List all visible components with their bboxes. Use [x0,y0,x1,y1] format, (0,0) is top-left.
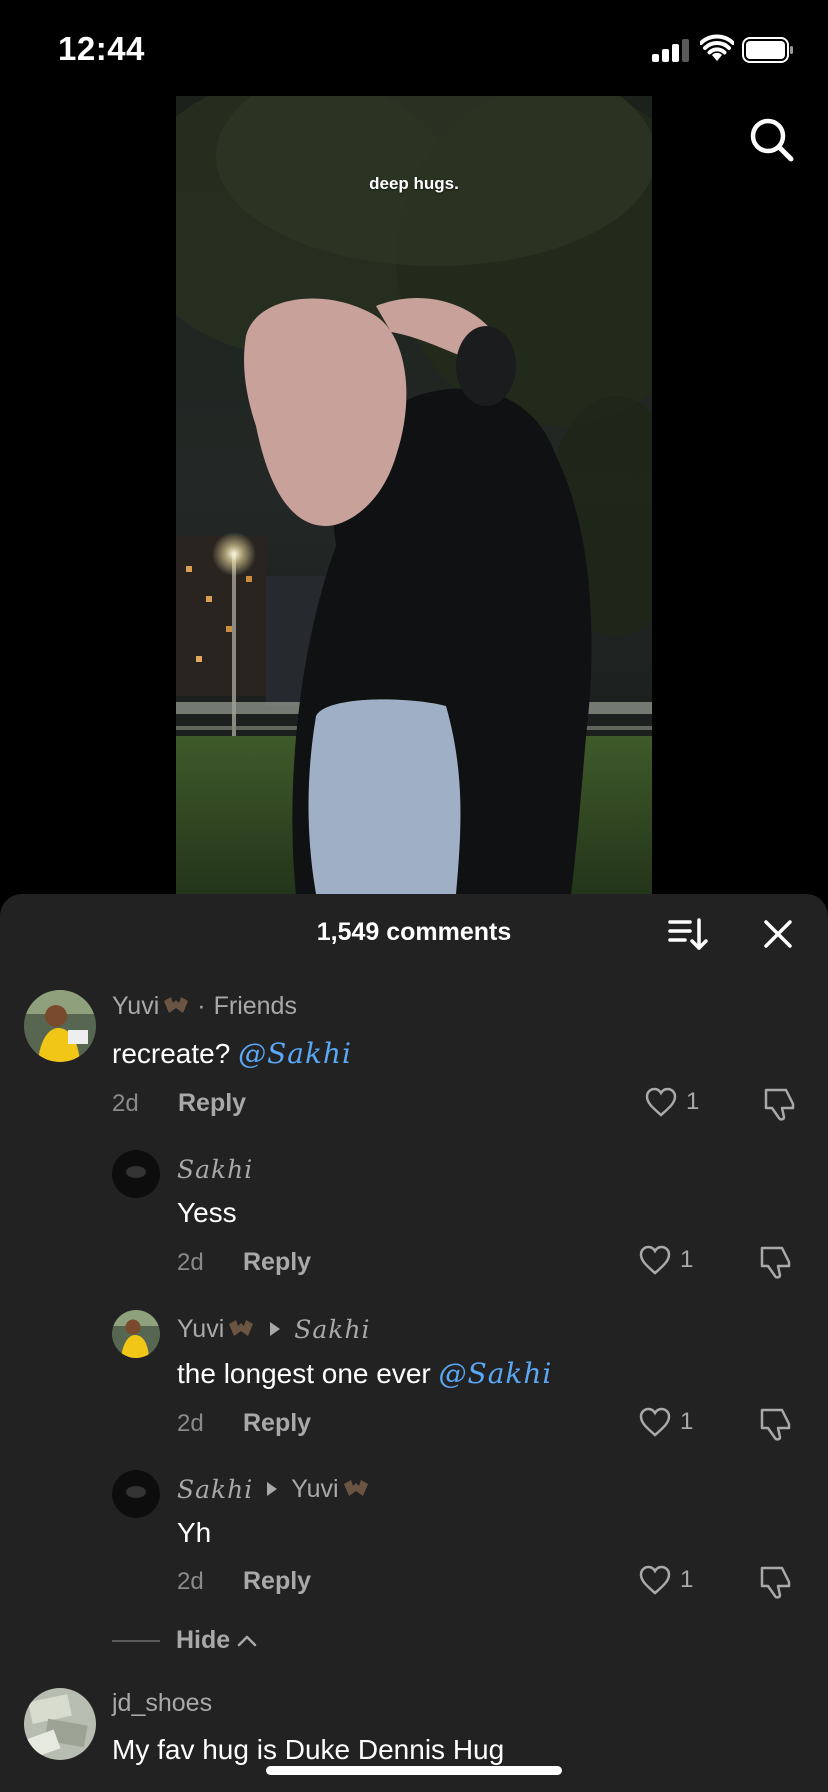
home-indicator[interactable] [266,1766,562,1775]
sort-icon [668,918,708,950]
avatar[interactable] [112,1150,160,1198]
comment-timestamp: 2d [177,1568,204,1595]
search-icon [750,118,794,162]
thumbs-down-icon [760,1408,791,1441]
username[interactable]: Yuvi [112,992,159,1021]
avatar-image [24,1688,96,1760]
reply-button[interactable]: Reply [178,1089,246,1118]
reply-button[interactable]: Reply [243,1248,311,1277]
bat-emoji-icon [343,1480,368,1496]
video-caption: deep hugs. [369,174,459,193]
friend-tag: Friends [213,991,297,1020]
bat-emoji-icon [229,1320,254,1336]
like-button[interactable]: 1 [638,1564,693,1596]
thumbs-down-icon [760,1566,791,1599]
divider [112,1639,160,1642]
like-count: 1 [686,1088,700,1115]
comment-header: Sakhi Yuvi [177,1474,371,1504]
comment-timestamp: 2d [177,1249,204,1276]
reply-button[interactable]: Reply [243,1567,311,1596]
comment-timestamp: 2d [177,1410,204,1437]
comment-text: the longest one ever @Sakhi [177,1357,553,1390]
like-button[interactable]: 1 [638,1244,693,1276]
dislike-button[interactable] [760,1084,800,1124]
like-count: 1 [680,1566,694,1593]
heart-icon [645,1087,677,1117]
like-button[interactable]: 1 [638,1406,693,1438]
like-count: 1 [680,1408,694,1435]
status-time: 12:44 [58,30,145,67]
comments-header: 1,549 comments [0,894,828,974]
search-button[interactable] [748,116,796,164]
comment-text: Yess [177,1197,237,1228]
username[interactable]: jd_shoes [112,1689,212,1718]
comment-header: jd_shoes [112,1689,212,1718]
battery-icon [742,37,793,63]
username[interactable]: Sakhi [177,1475,253,1504]
avatar[interactable] [24,1688,96,1760]
close-icon [764,920,792,948]
reply-arrow-icon [267,1482,278,1496]
username[interactable]: Sakhi [177,1155,253,1184]
like-button[interactable]: 1 [644,1086,699,1118]
heart-icon [639,1565,671,1595]
avatar[interactable] [112,1470,160,1518]
username[interactable]: Yuvi [177,1315,224,1344]
avatar-image [112,1470,160,1518]
sort-button[interactable] [668,916,708,952]
video-player[interactable]: deep hugs. [176,96,652,894]
chevron-up-icon [237,1635,257,1646]
heart-icon [639,1407,671,1437]
dislike-button[interactable] [756,1404,796,1444]
reply-to-username[interactable]: Sakhi [294,1315,370,1344]
comment-header: Yuvi · Friends [112,991,297,1021]
comment-text: My fav hug is Duke Dennis Hug [112,1734,505,1765]
status-bar: 12:44 [0,0,828,96]
reply-button[interactable]: Reply [243,1409,311,1438]
like-count: 1 [680,1246,694,1273]
reply-to-username[interactable]: Yuvi [291,1475,338,1504]
avatar-image [24,990,96,1062]
avatar[interactable] [112,1310,160,1358]
cellular-signal-icon [652,38,692,62]
comment-text: Yh [177,1517,212,1548]
comment-header: Yuvi Sakhi [177,1314,371,1344]
thumbs-down-icon [764,1088,795,1121]
avatar-image [112,1310,160,1358]
comment-header: Sakhi [177,1155,253,1184]
bat-emoji-icon [164,997,189,1013]
video-frame [176,96,652,894]
hide-replies-button[interactable]: Hide [112,1626,258,1655]
mention-link[interactable]: @Sakhi [238,1037,352,1070]
comment-timestamp: 2d [112,1090,139,1117]
thumbs-down-icon [760,1246,791,1279]
hide-label: Hide [176,1626,231,1654]
separator-dot: · [197,991,206,1020]
avatar[interactable] [24,990,96,1062]
reply-arrow-icon [270,1322,281,1336]
avatar-image [112,1150,160,1198]
wifi-icon [700,34,734,61]
dislike-button[interactable] [756,1562,796,1602]
close-button[interactable] [758,914,798,954]
dislike-button[interactable] [756,1242,796,1282]
mention-link[interactable]: @Sakhi [439,1357,553,1390]
comment-text: recreate? @Sakhi [112,1037,352,1070]
heart-icon [639,1245,671,1275]
